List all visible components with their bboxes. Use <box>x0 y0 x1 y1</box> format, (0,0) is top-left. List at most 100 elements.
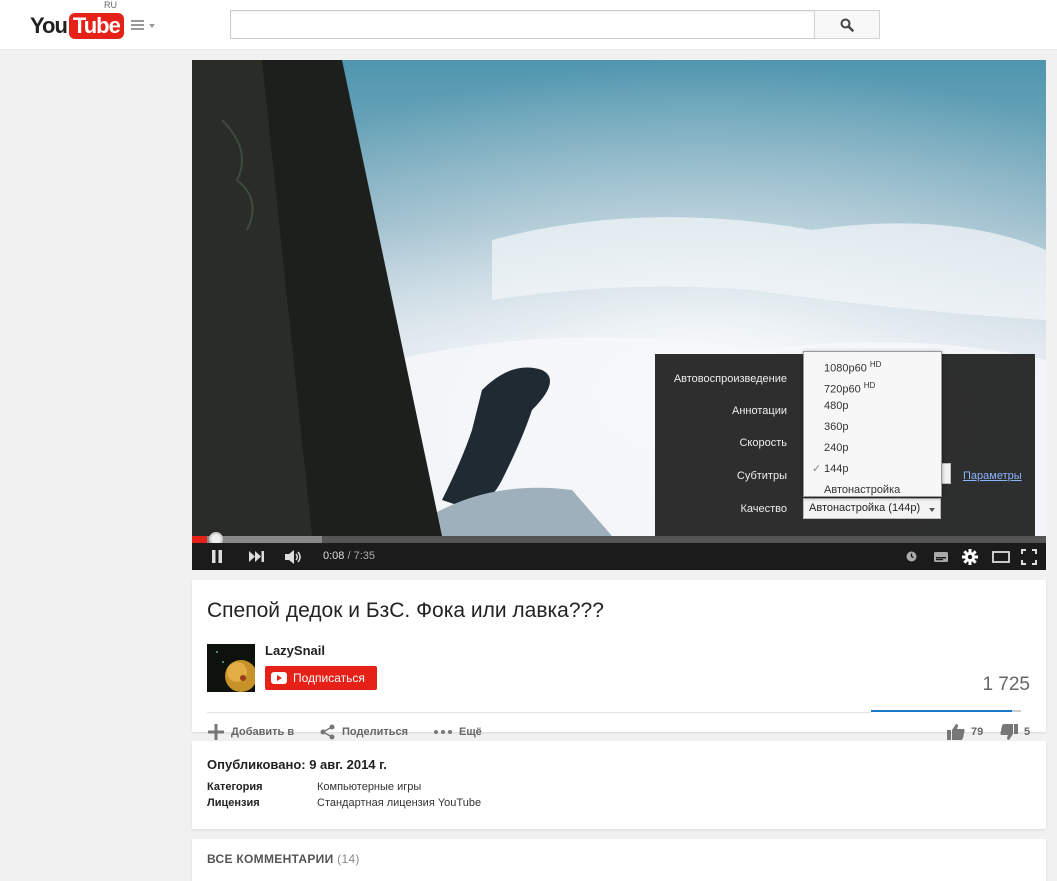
fullscreen-button[interactable] <box>1018 543 1040 570</box>
settings-quality-label: Качество <box>740 503 787 515</box>
subscribe-label: Подписаться <box>293 671 365 685</box>
dislike-count: 5 <box>1024 726 1031 738</box>
quality-option-label: Автонастройка <box>824 484 901 496</box>
settings-subtitles-label[interactable]: Субтитры <box>655 470 787 482</box>
add-to-label: Добавить в <box>231 726 295 738</box>
subscribe-button[interactable]: Подписаться <box>265 666 377 690</box>
quality-option[interactable]: ✓ 144p <box>804 459 941 480</box>
volume-button[interactable] <box>282 543 306 570</box>
like-ratio-fill <box>871 710 1012 712</box>
comments-card: ВСЕ КОММЕНТАРИИ (14) <box>192 839 1046 881</box>
video-player[interactable]: Автовоспроизведение Аннотации Скорость С… <box>192 60 1046 570</box>
masthead: You Tube RU <box>0 0 1057 50</box>
settings-annotations-label[interactable]: Аннотации <box>655 405 787 417</box>
license-value: Стандартная лицензия YouTube <box>317 797 482 809</box>
like-button[interactable]: 79 <box>947 724 983 740</box>
share-button[interactable]: Поделиться <box>320 724 408 740</box>
time-duration: 7:35 <box>353 550 376 562</box>
next-button[interactable] <box>246 543 268 570</box>
settings-autoplay-label[interactable]: Автовоспроизведение <box>655 373 787 385</box>
theater-icon <box>992 550 1010 563</box>
hamburger-icon <box>131 20 144 22</box>
view-count: 1 725 <box>982 674 1030 695</box>
settings-button[interactable] <box>960 543 980 570</box>
time-current: 0:08 <box>323 550 345 562</box>
video-info-card: Спепой дедок и БзС. Фока или лавка??? La… <box>192 580 1046 740</box>
logo-country-code: RU <box>104 0 117 10</box>
dislike-button[interactable]: 5 <box>1000 724 1030 740</box>
quality-option[interactable]: 720p60 HD <box>804 375 941 396</box>
quality-select[interactable]: Автонастройка (144p) <box>803 498 941 519</box>
quality-option[interactable]: 240p <box>804 438 941 459</box>
more-label: Ещё <box>459 726 482 738</box>
chevron-down-icon <box>149 24 155 28</box>
pause-icon <box>212 550 222 563</box>
subtitles-icon <box>934 551 948 562</box>
pause-button[interactable] <box>206 543 228 570</box>
quality-option[interactable]: 1080p60 HD <box>804 354 941 375</box>
search-icon <box>840 18 854 32</box>
like-dislike-bar <box>871 710 1021 712</box>
subtitles-select[interactable] <box>941 463 951 484</box>
like-count: 79 <box>971 726 984 738</box>
thumbs-down-icon <box>1000 724 1018 740</box>
divider <box>207 712 871 713</box>
youtube-play-icon <box>271 672 287 684</box>
chevron-down-icon <box>929 508 935 512</box>
quality-option-label: 720p60 <box>824 383 861 396</box>
progress-played <box>192 536 208 543</box>
quality-dropdown-list: 1080p60 HD 720p60 HD 480p 360p 240p ✓ 144p Автона… <box>803 351 942 497</box>
guide-menu-button[interactable] <box>131 18 157 34</box>
search-button[interactable] <box>814 10 880 39</box>
theater-mode-button[interactable] <box>989 543 1013 570</box>
channel-avatar-image <box>207 644 255 692</box>
quality-option-label: 1080p60 <box>824 362 867 375</box>
gear-icon <box>962 548 978 565</box>
quality-option[interactable]: 360p <box>804 417 941 438</box>
category-value[interactable]: Компьютерные игры <box>317 781 421 793</box>
quality-option-label: 144p <box>824 463 849 475</box>
share-label: Поделиться <box>342 726 409 738</box>
comments-heading: ВСЕ КОММЕНТАРИИ (14) <box>207 852 360 866</box>
next-icon <box>249 551 264 562</box>
subtitles-button[interactable] <box>931 543 951 570</box>
progress-bar[interactable] <box>192 536 1046 543</box>
check-icon: ✓ <box>812 463 822 475</box>
player-controls: 0:08 / 7:35 <box>192 543 1046 570</box>
license-key: Лицензия <box>207 797 260 809</box>
share-icon <box>320 724 335 740</box>
logo-you-text: You <box>30 13 68 38</box>
fullscreen-icon <box>1021 548 1037 565</box>
hamburger-icon-bar <box>131 28 144 30</box>
comments-count: (14) <box>337 852 360 866</box>
category-key: Категория <box>207 781 263 793</box>
description-card: Опубликовано: 9 авг. 2014 г. Категория К… <box>192 741 1046 829</box>
watch-later-button[interactable] <box>902 543 920 570</box>
search-input[interactable] <box>230 10 815 39</box>
hamburger-icon-bar <box>131 24 144 26</box>
quality-option[interactable]: 480p <box>804 396 941 417</box>
add-to-button[interactable]: Добавить в <box>207 724 294 740</box>
volume-icon <box>285 549 301 564</box>
publish-date: Опубликовано: 9 авг. 2014 г. <box>207 757 387 772</box>
youtube-logo[interactable]: You Tube <box>30 12 124 40</box>
subtitles-params-link[interactable]: Параметры <box>963 470 1022 482</box>
quality-option-label: 360p <box>824 421 849 433</box>
hd-badge: HD <box>869 360 882 369</box>
channel-name-link[interactable]: LazySnail <box>265 643 325 658</box>
video-title: Спепой дедок и БзС. Фока или лавка??? <box>207 599 604 622</box>
plus-icon <box>208 724 224 740</box>
time-display: 0:08 / 7:35 <box>323 550 375 562</box>
more-dots-icon <box>434 730 452 734</box>
hd-badge: HD <box>863 381 876 390</box>
settings-speed-label[interactable]: Скорость <box>655 437 787 449</box>
thumbs-up-icon <box>947 724 965 740</box>
channel-avatar[interactable] <box>207 644 255 692</box>
quality-option-label: 240p <box>824 442 849 454</box>
logo-tube-text: Tube <box>68 13 124 39</box>
more-button[interactable]: Ещё <box>433 724 482 740</box>
comments-heading-label: ВСЕ КОММЕНТАРИИ <box>207 852 334 866</box>
quality-select-value: Автонастройка (144p) <box>809 502 921 514</box>
clock-icon <box>906 551 916 562</box>
quality-option[interactable]: Автонастройка <box>804 480 941 501</box>
